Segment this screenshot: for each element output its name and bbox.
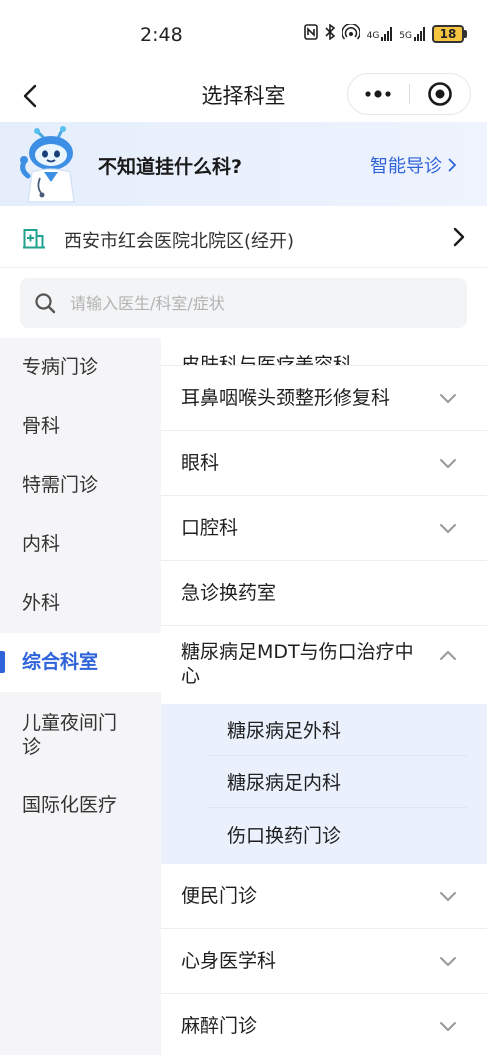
chevron-down-icon: [440, 524, 456, 533]
sidebar-item-general-departments[interactable]: 综合科室: [0, 633, 161, 692]
signal-5g-icon: 5G: [399, 27, 425, 41]
nfc-icon: [303, 24, 318, 44]
nav-bar: 选择科室: [0, 72, 487, 122]
department-label: 耳鼻咽喉头颈整形修复科: [181, 387, 391, 409]
hotspot-icon: [340, 23, 361, 44]
sub-department-item[interactable]: 糖尿病足内科: [207, 756, 467, 808]
department-label: 口腔科: [181, 517, 239, 539]
chevron-down-icon: [440, 394, 456, 403]
search-input[interactable]: [70, 278, 450, 328]
department-row[interactable]: 口腔科: [161, 496, 487, 561]
department-row[interactable]: 麻醉门诊: [161, 994, 487, 1055]
hospital-icon: [23, 229, 45, 249]
sidebar-item-label: 儿童夜间门诊: [22, 712, 118, 758]
sidebar-item-label: 国际化医疗: [22, 794, 118, 816]
sidebar-item-child-night-clinic[interactable]: 儿童夜间门诊: [0, 692, 161, 776]
hospital-name: 西安市红会医院北院区(经开): [64, 231, 295, 252]
chevron-down-icon: [440, 1022, 456, 1031]
sidebar-item-label: 综合科室: [22, 651, 99, 673]
department-label: 便民门诊: [181, 885, 258, 907]
sidebar-item-label: 外科: [22, 592, 61, 614]
sidebar-item-orthopedics[interactable]: 骨科: [0, 397, 161, 456]
department-row[interactable]: 耳鼻咽喉头颈整形修复科: [161, 366, 487, 431]
mini-program-capsule: [347, 73, 471, 115]
sidebar-item-surgery[interactable]: 外科: [0, 574, 161, 633]
department-row[interactable]: 心身医学科: [161, 929, 487, 994]
triage-banner[interactable]: 不知道挂什么科? 智能导诊: [0, 122, 487, 206]
battery-level: 18: [432, 25, 464, 43]
chevron-down-icon: [440, 459, 456, 468]
signal-4g-label: 4G: [366, 31, 380, 41]
more-dots-icon: [365, 90, 391, 98]
sidebar-item-label: 特需门诊: [22, 474, 99, 496]
more-button[interactable]: [348, 74, 409, 114]
search-icon: [35, 293, 56, 314]
sub-department-item[interactable]: 伤口换药门诊: [207, 808, 467, 860]
sub-department-panel: 糖尿病足外科 糖尿病足内科 伤口换药门诊: [161, 704, 487, 864]
smart-triage-link[interactable]: 智能导诊: [370, 152, 457, 178]
sidebar-item-internal-medicine[interactable]: 内科: [0, 515, 161, 574]
department-label: 皮肤科与医疗美容科: [181, 354, 353, 366]
sidebar-item-special-disease[interactable]: 专病门诊: [0, 338, 161, 397]
department-row-expanded[interactable]: 糖尿病足MDT与伤口治疗中心: [161, 626, 487, 704]
close-mini-program-button[interactable]: [409, 74, 470, 114]
robot-doctor-mascot-icon: [20, 126, 75, 203]
chevron-down-icon: [440, 957, 456, 966]
department-label: 麻醉门诊: [181, 1015, 258, 1037]
status-icons: 4G 5G 18: [303, 23, 467, 44]
hospital-selector[interactable]: 西安市红会医院北院区(经开): [0, 206, 487, 268]
chevron-right-icon: [453, 227, 465, 247]
department-row[interactable]: 眼科: [161, 431, 487, 496]
search-box[interactable]: [20, 278, 467, 328]
chevron-down-icon: [440, 892, 456, 901]
target-icon: [427, 82, 452, 106]
status-time: 2:48: [140, 24, 183, 46]
sidebar-item-special-needs[interactable]: 特需门诊: [0, 456, 161, 515]
chevron-up-icon: [440, 651, 456, 660]
sidebar-item-label: 骨科: [22, 415, 61, 437]
chevron-right-icon: [448, 158, 456, 172]
sidebar-item-label: 专病门诊: [22, 356, 99, 378]
sidebar-item-label: 内科: [22, 533, 61, 555]
department-row[interactable]: 急诊换药室: [161, 561, 487, 626]
battery-icon: 18: [432, 25, 467, 43]
sub-department-item[interactable]: 糖尿病足外科: [207, 704, 467, 756]
status-bar: 2:48 4G 5G 18: [0, 0, 487, 72]
department-label: 心身医学科: [181, 950, 277, 972]
triage-question: 不知道挂什么科?: [98, 156, 243, 178]
signal-4g-icon: 4G: [367, 27, 393, 41]
department-label: 眼科: [181, 452, 220, 474]
department-label: 急诊换药室: [181, 582, 277, 604]
signal-5g-label: 5G: [399, 31, 412, 41]
sidebar-item-international-medical[interactable]: 国际化医疗: [0, 776, 161, 835]
department-category-sidebar: 专病门诊 骨科 特需门诊 内科 外科 综合科室 儿童夜间门诊 国际化医疗: [0, 338, 161, 1055]
department-row[interactable]: 皮肤科与医疗美容科: [161, 338, 487, 366]
bluetooth-icon: [325, 23, 335, 44]
search-bar: [0, 268, 487, 338]
department-list: 皮肤科与医疗美容科 耳鼻咽喉头颈整形修复科 眼科 口腔科 急诊换药室 糖尿病足M…: [161, 338, 487, 1055]
smart-triage-label: 智能导诊: [370, 156, 442, 177]
department-row[interactable]: 便民门诊: [161, 864, 487, 929]
